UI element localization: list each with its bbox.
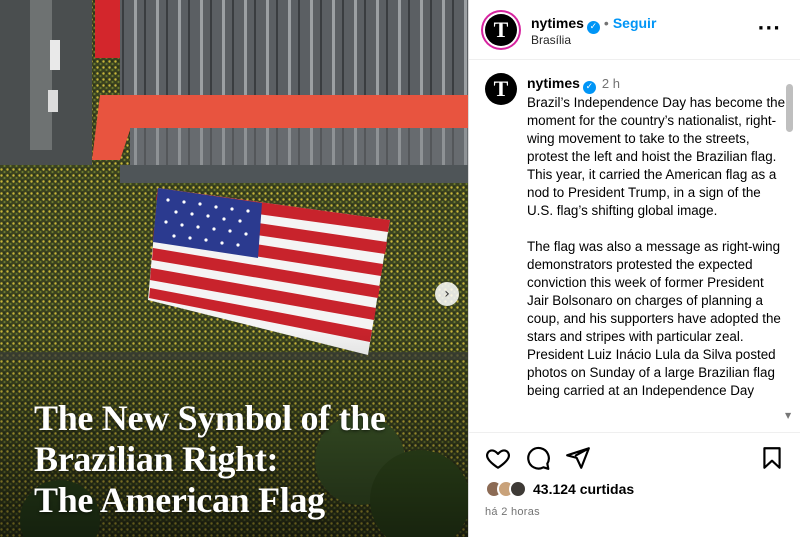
scroll-down-arrow-icon[interactable]: ▼ (785, 411, 791, 420)
verified-badge-icon: ✓ (582, 81, 596, 94)
ellipsis-icon: ··· (757, 18, 781, 39)
headline-line: Brazilian Right: (34, 439, 279, 479)
post-actions: 43.124 curtidas há 2 horas (469, 432, 800, 537)
scrollbar-thumb[interactable] (786, 84, 793, 132)
caption-user-line: nytimes ✓ 2 h (527, 75, 620, 94)
carousel-next-button[interactable]: › (435, 282, 459, 306)
headline-line: The American Flag (34, 480, 325, 520)
headline-line: The New Symbol of the (34, 398, 386, 438)
likes-row[interactable]: 43.124 curtidas (485, 478, 634, 500)
chevron-right-icon: › (444, 286, 450, 302)
username-link[interactable]: nytimes (527, 75, 580, 91)
follow-button[interactable]: Seguir (613, 15, 657, 31)
more-options-button[interactable]: ··· (757, 18, 781, 39)
post-side-panel: T nytimes ✓ • Seguir Brasília ··· T nytimes… (468, 0, 800, 537)
caption-area[interactable]: T nytimes ✓ 2 h Brazil’s Independence Day … (469, 61, 800, 432)
avatar (509, 480, 527, 498)
avatar[interactable]: T (485, 14, 517, 46)
comment-icon[interactable] (525, 445, 551, 471)
header-user-line: nytimes ✓ • Seguir (531, 15, 656, 34)
caption-scrollbar[interactable]: ▼ (785, 80, 794, 420)
send-icon[interactable] (565, 445, 591, 471)
avatar-letter: T (493, 76, 509, 101)
location-link[interactable]: Brasília (531, 33, 571, 47)
separator: • (603, 15, 609, 31)
post-image[interactable]: The New Symbol of the Brazilian Right: T… (0, 0, 468, 537)
bookmark-icon[interactable] (759, 445, 785, 471)
post-time-ago: há 2 horas (485, 506, 540, 518)
post-header: T nytimes ✓ • Seguir Brasília ··· (469, 0, 800, 60)
image-headline: The New Symbol of the Brazilian Right: T… (34, 398, 454, 521)
avatar[interactable]: T (485, 73, 517, 105)
post-time: 2 h (601, 76, 620, 91)
likes-count[interactable]: 43.124 curtidas (533, 481, 634, 497)
avatar-letter: T (493, 17, 509, 42)
username-link[interactable]: nytimes (531, 15, 584, 31)
caption-text: Brazil’s Independence Day has become the… (527, 94, 787, 418)
heart-icon[interactable] (485, 445, 511, 471)
caption-paragraph: Brazil’s Independence Day has become the… (527, 95, 786, 218)
verified-badge-icon: ✓ (586, 21, 600, 34)
caption-paragraph: The flag was also a message as right-win… (527, 239, 781, 398)
